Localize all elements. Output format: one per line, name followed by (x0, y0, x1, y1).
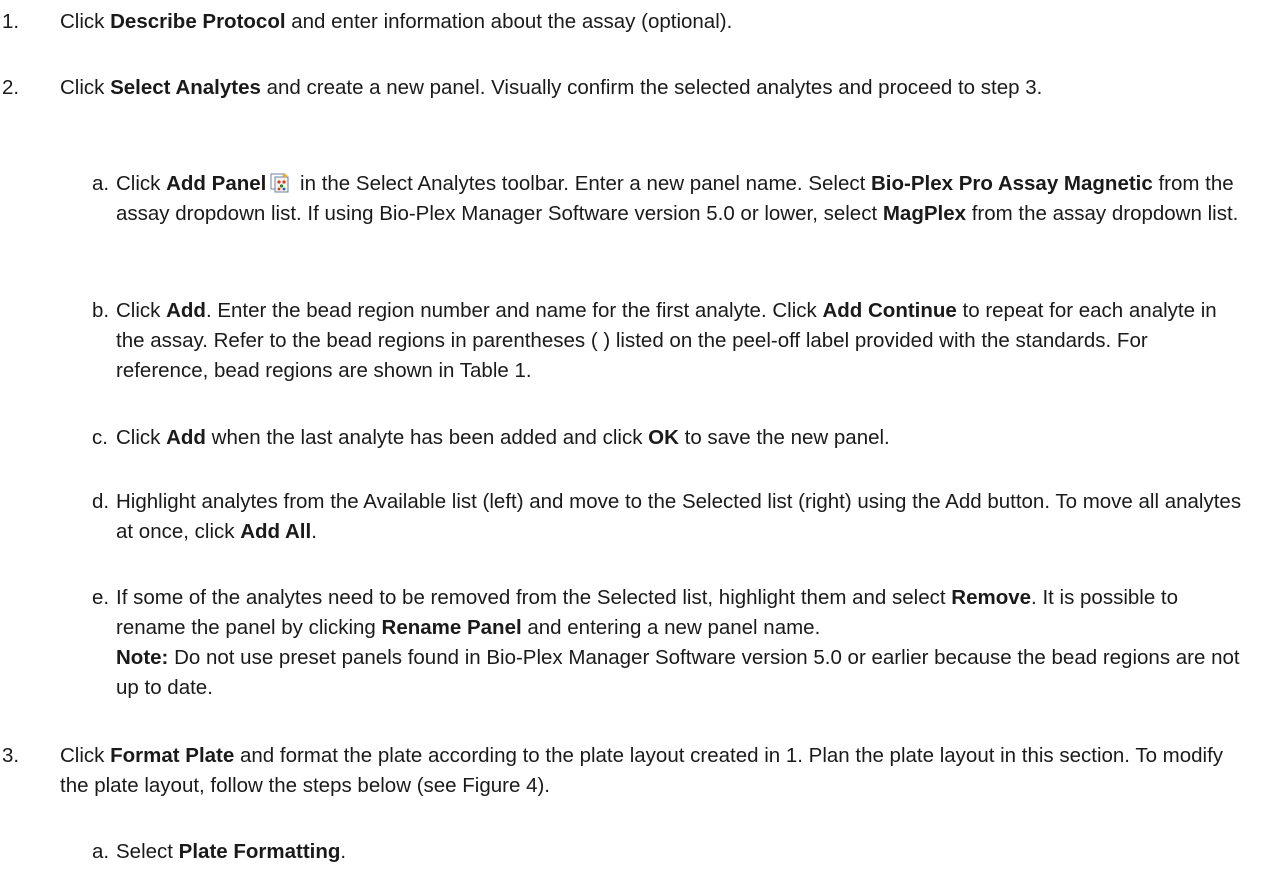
substep-letter: a. (92, 172, 110, 195)
substep-body: b. Click Add. Enter the bead region numb… (92, 296, 1242, 386)
step-2: 2. Click Select Analytes and create a ne… (0, 73, 1262, 103)
substep-body: a. Click Add Panel in the Select Analyte… (92, 169, 1242, 229)
step-number: 3. (2, 744, 20, 767)
substep-body: a. Select Plate Formatting. (92, 837, 1242, 867)
substep-letter: b. (92, 299, 110, 322)
substep-2c: c. Click Add when the last analyte has b… (0, 423, 1262, 453)
substep-body: c. Click Add when the last analyte has b… (92, 423, 1242, 453)
note-text: Do not use preset panels found in Bio-Pl… (116, 646, 1240, 699)
step-number: 1. (2, 10, 20, 33)
substep-2a: a. Click Add Panel in the Select Analyte… (0, 169, 1262, 229)
step-text: Click Format Plate and format the plate … (60, 744, 1224, 797)
substep-letter: a. (92, 840, 110, 863)
substep-letter: e. (92, 586, 110, 609)
substep-body: e. If some of the analytes need to be re… (92, 583, 1242, 703)
step-text: Click Select Analytes and create a new p… (60, 76, 1043, 99)
substep-letter: d. (92, 490, 110, 513)
substep-3a: a. Select Plate Formatting. (0, 837, 1262, 867)
substep-2d: d. Highlight analytes from the Available… (0, 487, 1262, 547)
substep-letter: c. (92, 426, 108, 449)
add-panel-icon (269, 172, 291, 194)
step-1: 1. Click Describe Protocol and enter inf… (0, 7, 1262, 37)
substep-2b: b. Click Add. Enter the bead region numb… (0, 296, 1262, 386)
step-3: 3. Click Format Plate and format the pla… (0, 741, 1262, 801)
note-label: Note: (116, 646, 169, 669)
substep-body: d. Highlight analytes from the Available… (92, 487, 1242, 547)
step-text: Click Describe Protocol and enter inform… (60, 10, 733, 33)
substep-2e: e. If some of the analytes need to be re… (0, 583, 1262, 703)
step-number: 2. (2, 76, 20, 99)
